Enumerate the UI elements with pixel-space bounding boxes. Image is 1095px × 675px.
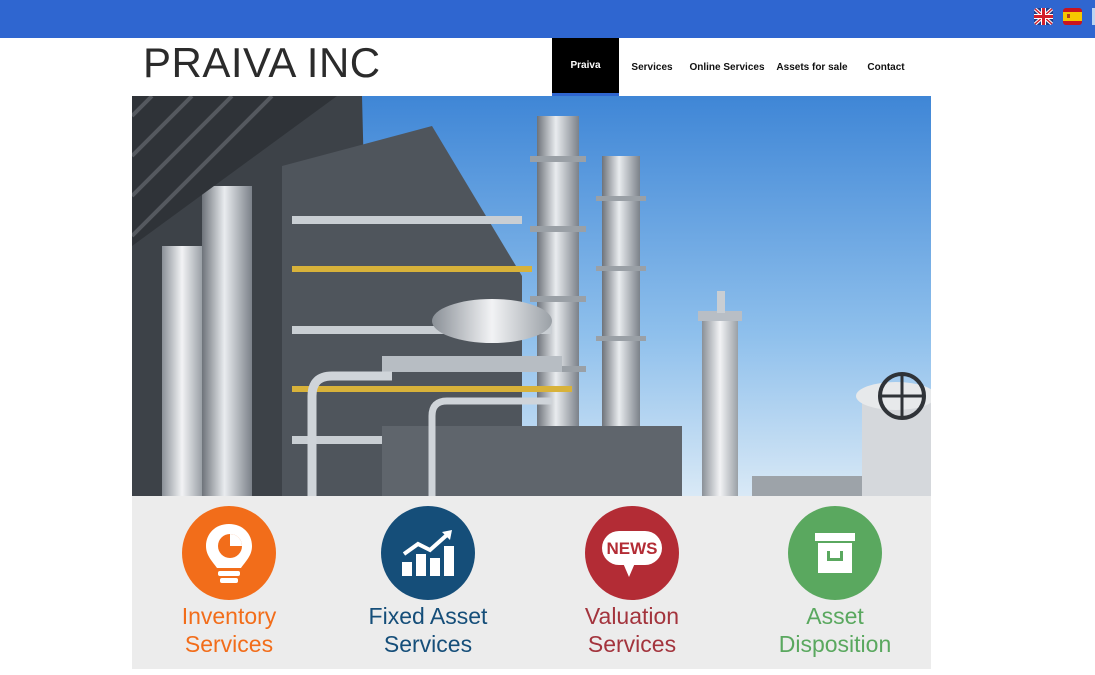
service-label-line1: Fixed Asset bbox=[368, 603, 488, 629]
services-strip: Inventory Services Fixed Asset Services bbox=[132, 496, 931, 669]
top-bar bbox=[0, 0, 1095, 38]
service-valuation[interactable]: NEWS Valuation Services bbox=[537, 506, 727, 666]
spain-flag-icon[interactable] bbox=[1063, 8, 1082, 25]
service-label-line2: Services bbox=[587, 631, 677, 657]
nav-item-assets-for-sale[interactable]: Assets for sale bbox=[769, 38, 855, 96]
nav-item-services[interactable]: Services bbox=[619, 38, 685, 96]
service-inventory[interactable]: Inventory Services bbox=[134, 506, 324, 666]
service-asset-disposition[interactable]: Asset Disposition bbox=[740, 506, 930, 666]
service-label: Asset Disposition bbox=[740, 602, 930, 658]
archive-box-icon bbox=[788, 506, 882, 600]
lightbulb-chart-icon bbox=[182, 506, 276, 600]
growth-chart-icon bbox=[381, 506, 475, 600]
service-label-line2: Services bbox=[184, 631, 274, 657]
service-label-line1: Asset bbox=[806, 603, 864, 629]
main-nav: Praiva Services Online Services Assets f… bbox=[552, 38, 917, 96]
site-logo[interactable]: PRAIVA INC bbox=[143, 42, 381, 84]
site-header: PRAIVA INC Praiva Services Online Servic… bbox=[132, 38, 931, 96]
nav-item-online-services[interactable]: Online Services bbox=[685, 38, 769, 96]
uk-flag-icon[interactable] bbox=[1034, 8, 1053, 25]
service-label-line1: Valuation bbox=[584, 603, 680, 629]
news-icon-text: NEWS bbox=[607, 539, 658, 558]
news-bubble-icon: NEWS bbox=[585, 506, 679, 600]
service-label: Inventory Services bbox=[134, 602, 324, 658]
service-label-line1: Inventory bbox=[181, 603, 277, 629]
nav-item-praiva[interactable]: Praiva bbox=[552, 38, 619, 96]
service-label-line2: Disposition bbox=[778, 631, 892, 657]
service-label-line2: Services bbox=[383, 631, 473, 657]
hero-refinery-image bbox=[132, 96, 931, 496]
service-label: Fixed Asset Services bbox=[333, 602, 523, 658]
service-fixed-asset[interactable]: Fixed Asset Services bbox=[333, 506, 523, 666]
service-label: Valuation Services bbox=[537, 602, 727, 658]
nav-item-contact[interactable]: Contact bbox=[855, 38, 917, 96]
